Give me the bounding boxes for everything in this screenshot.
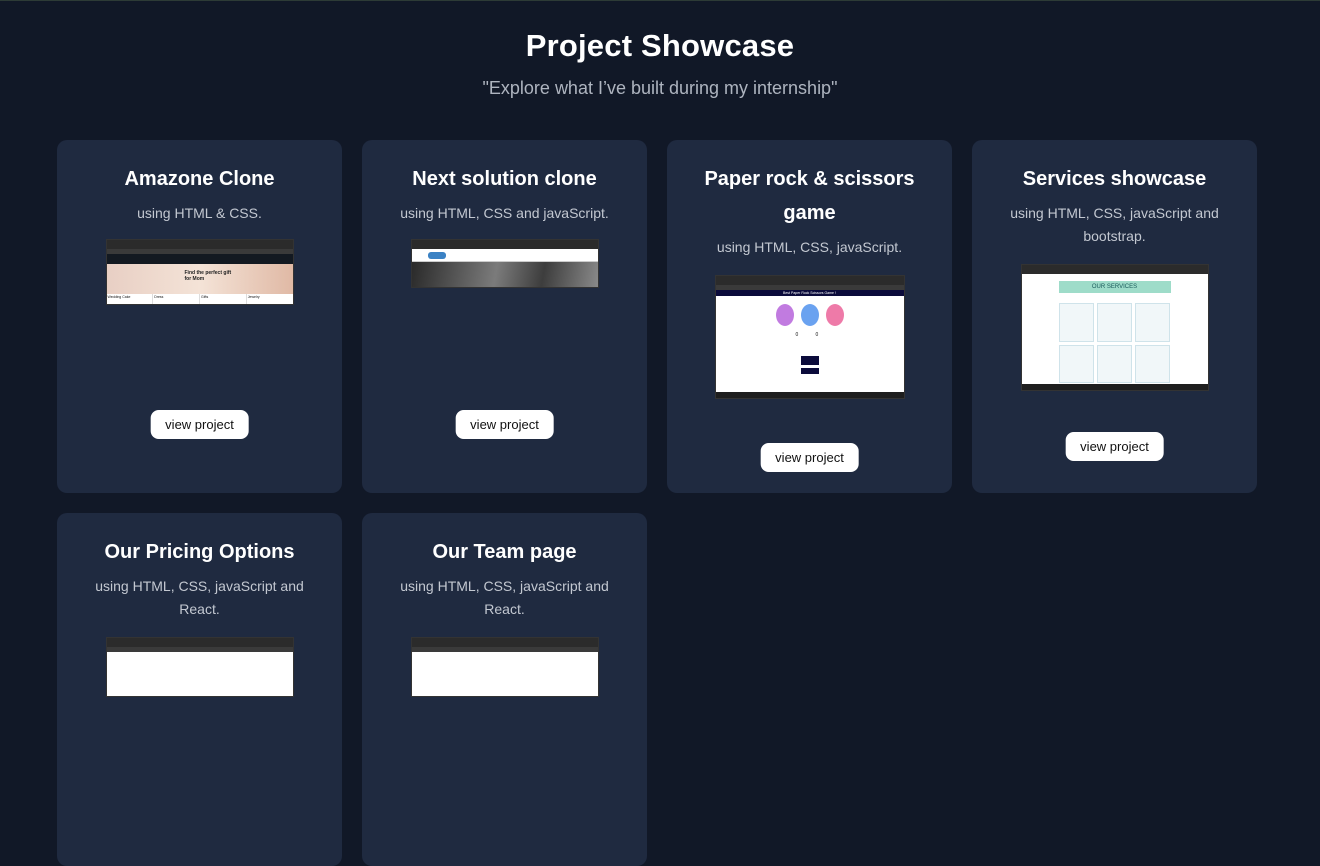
card-description: using HTML, CSS, javaScript and bootstra… (1010, 205, 1219, 244)
services-banner: OUR SERVICES (1058, 281, 1171, 293)
project-screenshot: Best Paper Rock Scissors Game ! 0 0 (714, 275, 905, 399)
view-project-button[interactable]: view project (455, 410, 554, 439)
rps-header: Best Paper Rock Scissors Game ! (715, 290, 904, 296)
card-description: using HTML & CSS. (137, 205, 262, 221)
next-navbar (411, 249, 598, 262)
card-description: using HTML, CSS, javaScript and React. (95, 578, 304, 617)
next-logo (427, 252, 446, 259)
amazon-hero-text: Find the perfect gift for Mom (184, 270, 232, 282)
card-title: Paper rock & scissors game (704, 168, 915, 224)
project-screenshot: Find the perfect gift for Mom Wedding Ca… (105, 239, 294, 305)
service-card (1096, 303, 1133, 342)
card-title: Next solution clone (412, 168, 597, 190)
rps-choice-scissors (825, 304, 844, 326)
services-grid (1058, 303, 1171, 383)
project-card-team: Our Team page using HTML, CSS, javaScrip… (362, 513, 647, 866)
rps-result-box (800, 356, 819, 365)
service-card (1096, 344, 1133, 383)
card-description: using HTML, CSS, javaScript and React. (400, 578, 609, 617)
service-card (1135, 303, 1171, 342)
project-card-services: Services showcase using HTML, CSS, javaS… (972, 140, 1257, 493)
rps-choice-paper (775, 304, 794, 326)
project-card-next-solution: Next solution clone using HTML, CSS and … (362, 140, 647, 493)
view-project-button[interactable]: view project (1065, 432, 1164, 461)
rps-score-comp: 0 (815, 332, 819, 338)
card-title: Amazone Clone (124, 168, 275, 190)
card-description: using HTML, CSS and javaScript. (400, 205, 609, 221)
view-project-button[interactable]: view project (760, 443, 859, 472)
card-title: Our Team page (432, 541, 577, 563)
card-description: using HTML, CSS, javaScript. (716, 239, 903, 255)
project-screenshot (105, 637, 294, 697)
project-card-rps-game: Paper rock & scissors game using HTML, C… (667, 140, 952, 493)
project-card-amazon: Amazone Clone using HTML & CSS. Find the… (57, 140, 342, 493)
rps-score-you: 0 (795, 332, 799, 338)
amazon-tile: Dress (153, 294, 199, 304)
rps-reset-box (800, 368, 819, 374)
view-project-button[interactable]: view project (150, 410, 249, 439)
card-title: Our Pricing Options (104, 541, 295, 563)
projects-grid: Amazone Clone using HTML & CSS. Find the… (57, 140, 1257, 866)
next-hero (411, 262, 598, 287)
amazon-tile: Wedding Cake (106, 294, 153, 304)
project-screenshot: OUR SERVICES (1020, 264, 1209, 391)
amazon-tile-row: Wedding Cake Dress Gifts Jewelry (106, 294, 293, 304)
rps-choice-rock (800, 304, 819, 326)
service-card (1058, 344, 1094, 383)
amazon-tile: Jewelry (246, 294, 293, 304)
project-screenshot (410, 637, 599, 697)
page-title: Project Showcase (525, 28, 795, 63)
amazon-tile: Gifts (200, 294, 246, 304)
project-card-pricing: Our Pricing Options using HTML, CSS, jav… (57, 513, 342, 866)
card-title: Services showcase (1022, 168, 1207, 190)
amazon-navbar (106, 254, 293, 264)
service-card (1135, 344, 1171, 383)
page-subtitle: "Explore what I’ve built during my inter… (482, 78, 838, 98)
project-screenshot (410, 239, 599, 288)
service-card (1058, 303, 1094, 342)
page-header: Project Showcase "Explore what I’ve buil… (0, 1, 1320, 99)
